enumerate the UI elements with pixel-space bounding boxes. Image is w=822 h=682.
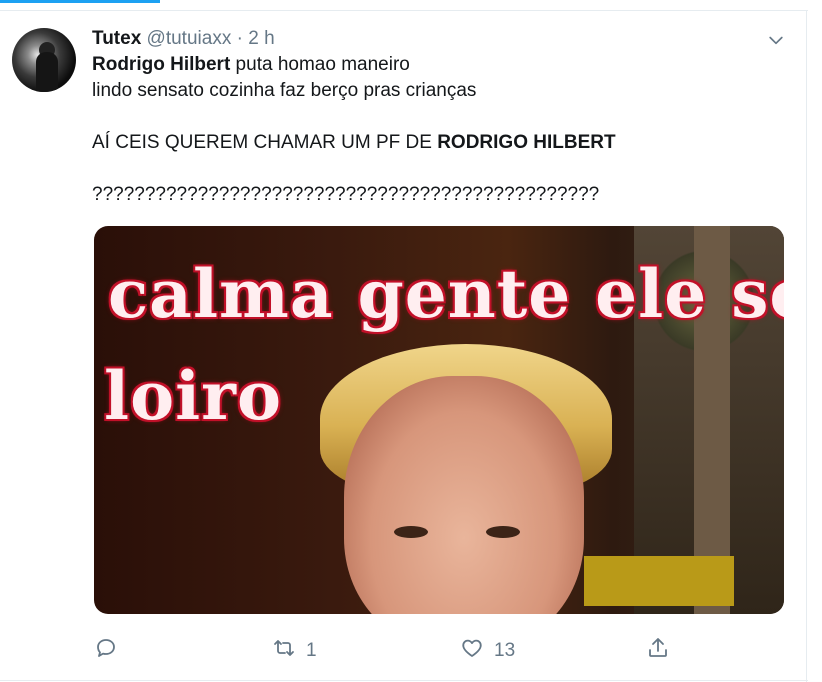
top-divider: [0, 0, 822, 11]
tweet-media-image[interactable]: calma gente ele só é loiro: [94, 226, 784, 614]
like-count: 13: [494, 640, 516, 661]
display-name[interactable]: Tutex: [92, 28, 141, 49]
tweet-actions: 1 13: [94, 634, 784, 668]
tweet-time[interactable]: 2 h: [248, 28, 274, 49]
retweet-button[interactable]: 1: [272, 634, 317, 668]
tweet-body: Tutex @tutuiaxx · 2 h Rodrigo Hilbert pu…: [92, 26, 792, 208]
share-icon: [646, 636, 670, 666]
active-tab-indicator: [0, 0, 160, 3]
person-face: [344, 376, 584, 614]
retweet-icon: [272, 636, 296, 666]
background-yellow: [584, 556, 734, 606]
meme-caption-line-2: loiro: [104, 357, 282, 435]
avatar-figure: [36, 52, 58, 92]
share-button[interactable]: [646, 634, 670, 668]
tweet-text: Rodrigo Hilbert puta homao maneiro lindo…: [92, 52, 792, 208]
header-separator: ·: [236, 28, 243, 49]
reply-button[interactable]: [94, 634, 128, 668]
person-eye-right: [486, 526, 520, 538]
divider-line: [0, 10, 808, 11]
like-button[interactable]: 13: [460, 634, 515, 668]
tweet-line-1: Rodrigo Hilbert puta homao maneiro: [92, 52, 792, 78]
right-border: [806, 10, 807, 682]
chevron-down-icon[interactable]: [766, 30, 786, 50]
like-icon: [460, 636, 484, 666]
avatar[interactable]: [12, 28, 76, 92]
user-handle[interactable]: @tutuiaxx: [147, 28, 232, 49]
bottom-border: [0, 680, 808, 681]
mention-bold: Rodrigo Hilbert: [92, 54, 231, 75]
line3-bold: RODRIGO HILBERT: [437, 132, 616, 153]
tweet-line-4: ????????????????????????????????????????…: [92, 184, 600, 205]
line1-rest: puta homao maneiro: [230, 54, 410, 75]
person-eye-left: [394, 526, 428, 538]
tweet-line-2: lindo sensato cozinha faz berço pras cri…: [92, 80, 477, 101]
tweet-header: Tutex @tutuiaxx · 2 h: [92, 26, 792, 52]
line3-pre: AÍ CEIS QUEREM CHAMAR UM PF DE: [92, 132, 438, 153]
reply-icon: [94, 636, 118, 666]
retweet-count: 1: [306, 640, 317, 661]
tweet-line-3: AÍ CEIS QUEREM CHAMAR UM PF DE RODRIGO H…: [92, 130, 792, 156]
meme-caption-line-1: calma gente ele só é: [108, 255, 784, 333]
